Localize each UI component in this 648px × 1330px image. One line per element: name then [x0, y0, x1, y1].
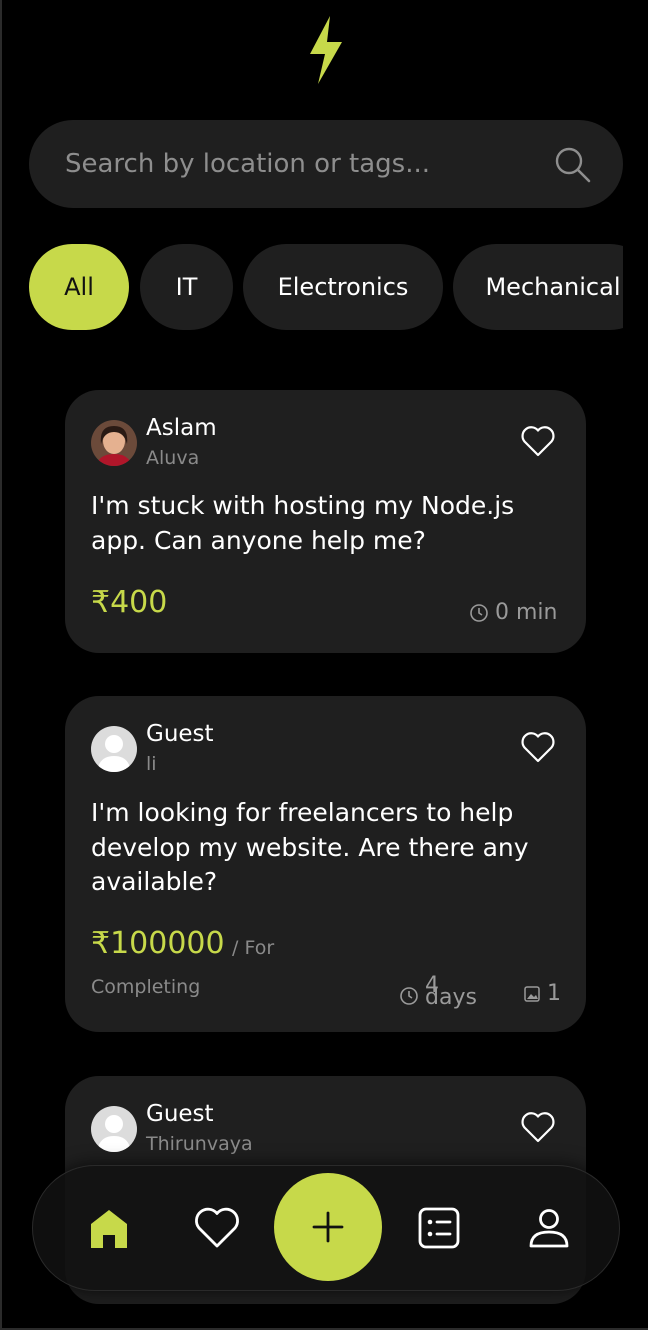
- profile-icon[interactable]: [525, 1204, 573, 1252]
- list-icon[interactable]: [415, 1204, 463, 1252]
- chip-electronics[interactable]: Electronics: [243, 244, 443, 330]
- time-unit: days: [425, 985, 477, 1010]
- search-icon[interactable]: [552, 144, 592, 184]
- time-label: 4 days: [425, 973, 481, 1011]
- time-label: 0 min: [495, 600, 558, 625]
- price-unit: / For: [232, 937, 275, 959]
- chip-it[interactable]: IT: [140, 244, 233, 330]
- post-location: Thirunvaya: [146, 1133, 253, 1155]
- post-card[interactable]: Aslam Aluva I'm stuck with hosting my No…: [65, 390, 586, 653]
- heart-icon[interactable]: [520, 730, 556, 764]
- post-time: 4 days: [399, 973, 481, 1011]
- home-icon[interactable]: [85, 1204, 133, 1252]
- post-price: ₹400: [91, 585, 168, 620]
- post-author-name: Aslam: [146, 415, 217, 441]
- post-author-name: Guest: [146, 721, 214, 747]
- search-input[interactable]: [65, 120, 535, 208]
- plus-icon: [312, 1211, 344, 1243]
- post-price: ₹100000: [91, 926, 225, 961]
- avatar: [91, 726, 137, 772]
- post-time: 0 min: [469, 600, 557, 625]
- post-text: I'm stuck with hosting my Node.js app. C…: [91, 491, 515, 555]
- heart-icon[interactable]: [520, 1110, 556, 1144]
- image-icon: [524, 985, 540, 1002]
- frame-edge-left: [0, 0, 2, 1330]
- price-unit-continued: Completing: [91, 976, 201, 998]
- bolt-icon: [310, 16, 342, 84]
- post-image-count: 1: [523, 981, 561, 1006]
- post-card[interactable]: Guest li I'm looking for freelancers to …: [65, 696, 586, 1032]
- category-chips: All IT Electronics Mechanical: [29, 244, 623, 332]
- post-location: li: [146, 753, 157, 775]
- chip-all[interactable]: All: [29, 244, 129, 330]
- add-post-button[interactable]: [274, 1173, 382, 1281]
- clock-icon: [470, 603, 488, 622]
- favorites-icon[interactable]: [193, 1204, 241, 1252]
- chip-mechanical[interactable]: Mechanical: [453, 244, 623, 330]
- avatar: [91, 1106, 137, 1152]
- avatar: [91, 420, 137, 466]
- image-count-label: 1: [547, 981, 561, 1006]
- heart-icon[interactable]: [520, 424, 556, 458]
- clock-icon: [400, 987, 418, 1005]
- post-text: I'm looking for freelancers to help deve…: [91, 798, 529, 896]
- post-location: Aluva: [146, 447, 200, 469]
- post-author-name: Guest: [146, 1101, 214, 1127]
- search-bar[interactable]: [29, 120, 623, 208]
